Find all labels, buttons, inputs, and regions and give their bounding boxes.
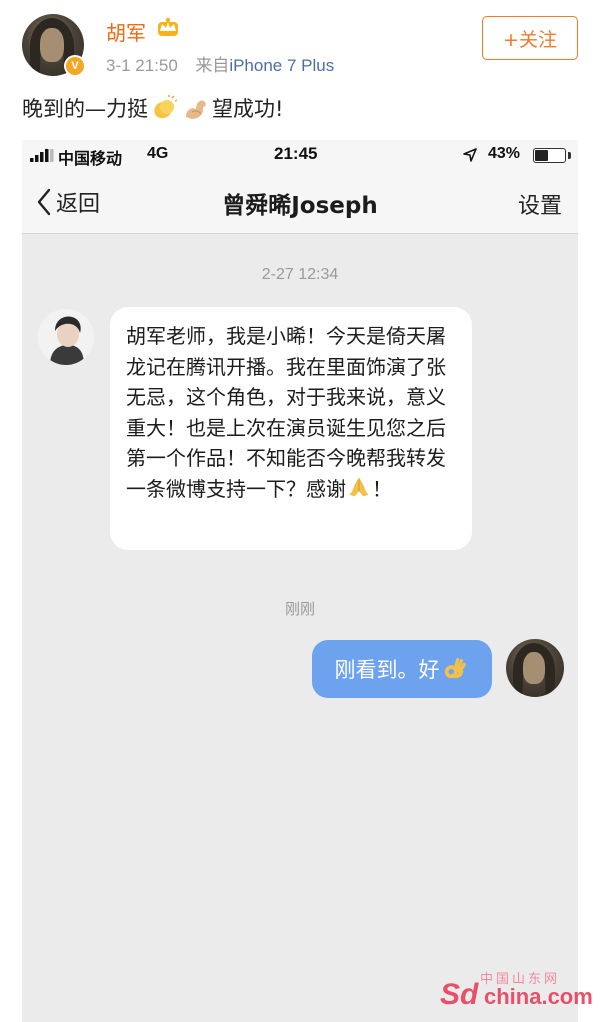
site-watermark: 中国山东网 Sd china.com [440,966,593,1012]
chat-title: 曾舜晞Joseph [222,193,378,219]
back-label: 返回 [56,192,101,217]
message-timestamp-recent: 刚刚 [284,600,315,618]
avatar-face [40,28,64,62]
follow-button[interactable]: +关注 [482,16,578,60]
message-timestamp: 2-27 12:34 [261,266,339,283]
ok-hand-icon [444,658,466,679]
back-button[interactable]: 返回 [36,184,100,220]
chat-screenshot: 中国移动 4G 21:45 43% 曾舜晞Joseph 返回 设置 2-27 1… [22,140,578,1022]
battery-cap [568,152,571,159]
self-avatar-face [523,652,545,684]
network-type: 4G [147,145,169,162]
incoming-message-text: 胡军老师，我是小晞！今天是倚天屠龙记在腾讯开播。我在里面饰演了张无忌，这个角色，… [126,324,446,501]
post-time: 3-1 21:50 [106,56,178,75]
folded-hands-icon [349,477,369,497]
back-chevron-icon [37,188,51,216]
battery-percent: 43% [488,145,521,162]
incoming-message-bubble[interactable]: 胡军老师，我是小晞！今天是倚天屠龙记在腾讯开播。我在里面饰演了张无忌，这个角色，… [110,307,472,550]
verified-badge-icon: V [64,55,86,77]
self-avatar[interactable] [506,639,564,697]
crown-icon[interactable] [156,16,180,38]
post-source-device[interactable]: iPhone 7 Plus [229,56,334,75]
contact-avatar[interactable] [38,309,94,365]
incoming-message-suffix: ！ [372,476,392,501]
post-header: V 胡军 3-1 21:50 来自iPhone 7 Plus +关注 [0,0,600,88]
outgoing-message-bubble[interactable]: 刚看到。好 [312,640,492,698]
status-bar: 中国移动 4G 21:45 43% [22,140,578,170]
contact-avatar-illustration [38,309,94,365]
post-source-prefix: 来自 [195,56,230,76]
location-arrow-icon [463,148,477,162]
carrier-name: 中国移动 [58,149,123,168]
clapping-hands-icon [154,95,178,119]
post-text-part1: 晚到的—力挺 [22,97,148,121]
watermark-domain: china.com [484,984,593,1009]
author-name[interactable]: 胡军 [106,17,146,46]
status-clock: 21:45 [274,144,318,163]
watermark-logo: Sd [440,978,479,1011]
battery-icon [533,148,566,163]
chat-nav-bar: 曾舜晞Joseph 返回 设置 [22,170,578,234]
signal-icon [30,149,54,162]
post-meta: 3-1 21:50 来自iPhone 7 Plus [106,51,334,76]
outgoing-message-text: 刚看到。好 [334,658,440,682]
settings-button[interactable]: 设置 [518,188,562,220]
battery-fill [535,150,549,161]
flexed-biceps-icon [186,100,206,119]
post-text: 晚到的—力挺 望成功! [22,93,283,123]
post-text-part2: 望成功! [212,97,284,121]
